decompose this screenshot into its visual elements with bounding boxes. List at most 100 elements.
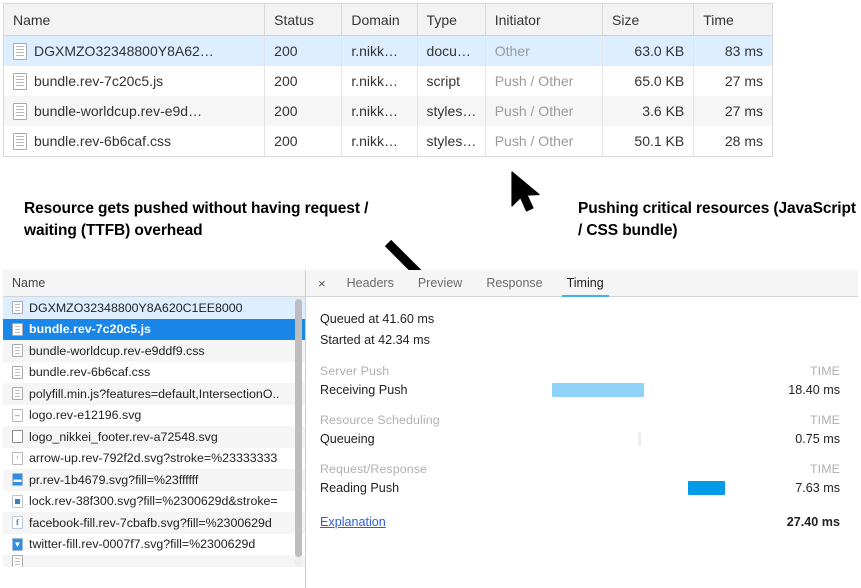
section-time-label: TIME [754,413,840,427]
list-item-label: bundle.rev-7c20c5.js [29,322,151,336]
column-header-domain[interactable]: Domain [342,4,417,36]
arrow-up-icon: ↑ [12,452,23,465]
column-header-time[interactable]: Time [694,4,772,36]
list-item-label: bundle.rev-6b6caf.css [29,365,150,379]
dash-icon: – [12,409,23,422]
column-header-status[interactable]: Status [265,4,342,36]
facebook-icon: f [12,516,23,529]
cell-size: 65.0 KB [603,66,694,96]
timing-body: Queued at 41.60 ms Started at 42.34 ms S… [306,297,858,532]
column-header-type[interactable]: Type [417,4,485,36]
table-row[interactable]: bundle-worldcup.rev-e9d… 200 r.nikk… sty… [4,96,772,126]
timing-row-value: 7.63 ms [754,481,840,495]
column-header-size[interactable]: Size [603,4,694,36]
cell-size: 3.6 KB [603,96,694,126]
list-item-label: arrow-up.rev-792f2d.svg?stroke=%23333333 [29,451,277,465]
cell-status: 200 [265,66,342,96]
list-item-label: bundle-worldcup.rev-e9ddf9.css [29,344,205,358]
document-icon [13,133,27,150]
cell-status: 200 [265,96,342,126]
cell-time: 83 ms [694,36,772,67]
timing-track [465,481,754,495]
list-item[interactable]: bundle-worldcup.rev-e9ddf9.css [3,340,305,362]
list-item[interactable] [3,555,305,567]
section-title: Resource Scheduling [320,413,754,427]
section-title: Request/Response [320,462,754,476]
cell-name: bundle.rev-6b6caf.css [4,126,265,156]
file-icon [12,366,23,379]
list-item[interactable]: polyfill.min.js?features=default,Interse… [3,383,305,405]
resource-list-pane: Name DGXMZO32348800Y8A620C1EE8000 bundle… [3,270,306,588]
table-row[interactable]: bundle.rev-6b6caf.css 200 r.nikk… styles… [4,126,772,156]
detail-tabbar: × Headers Preview Response Timing [306,270,858,297]
explanation-row: Explanation 27.40 ms [320,512,840,532]
document-icon [13,103,27,120]
section-header-server-push: Server Push TIME [320,362,840,379]
explanation-link[interactable]: Explanation [320,515,754,529]
section-time-label: TIME [754,462,840,476]
blank-image-icon [12,430,23,443]
list-item[interactable]: lock.rev-38f300.svg?fill=%2300629d&strok… [3,491,305,513]
cell-name: bundle-worldcup.rev-e9d… [4,96,265,126]
list-item[interactable]: logo_nikkei_footer.rev-a72548.svg [3,426,305,448]
tab-preview[interactable]: Preview [406,270,474,296]
timing-bar [638,432,641,446]
list-item-label: facebook-fill.rev-7cbafb.svg?fill=%23006… [29,516,272,530]
timing-track [465,383,754,397]
table-row[interactable]: DGXMZO32348800Y8A62… 200 r.nikk… docu… O… [4,36,772,67]
timing-row-queueing: Queueing 0.75 ms [320,428,840,449]
cell-size: 50.1 KB [603,126,694,156]
timing-row-reading-push: Reading Push 7.63 ms [320,477,840,498]
list-item-label: DGXMZO32348800Y8A620C1EE8000 [29,301,243,315]
file-icon [12,555,23,567]
list-item-label: logo_nikkei_footer.rev-a72548.svg [29,430,218,444]
resource-list-header[interactable]: Name [3,270,305,297]
document-icon [13,43,27,60]
resource-list-header-label: Name [12,276,45,290]
request-name: bundle-worldcup.rev-e9d… [34,103,202,119]
column-header-name[interactable]: Name [4,4,265,36]
cell-type: script [417,66,485,96]
request-detail-pane: × Headers Preview Response Timing Queued… [306,270,858,588]
cell-domain: r.nikk… [342,96,417,126]
timing-bar [552,383,644,397]
document-icon [13,73,27,90]
column-header-initiator[interactable]: Initiator [485,4,602,36]
resource-list-scrollbar[interactable] [295,299,302,567]
tab-timing[interactable]: Timing [555,270,616,296]
badge-icon: ▬ [12,473,23,486]
cell-domain: r.nikk… [342,36,417,67]
table-header-row: Name Status Domain Type Initiator Size T… [4,4,772,36]
list-item[interactable]: ▼ twitter-fill.rev-0007f7.svg?fill=%2300… [3,534,305,556]
file-icon [12,323,23,336]
list-item[interactable]: ▬ pr.rev-1b4679.svg?fill=%23ffffff [3,469,305,491]
cell-domain: r.nikk… [342,126,417,156]
timing-row-value: 18.40 ms [754,383,840,397]
devtools-network-panel: Name DGXMZO32348800Y8A620C1EE8000 bundle… [3,270,858,588]
tab-headers[interactable]: Headers [335,270,406,296]
list-item[interactable]: – logo.rev-e12196.svg [3,405,305,427]
timing-row-receiving-push: Receiving Push 18.40 ms [320,379,840,400]
close-icon[interactable]: × [306,270,335,296]
list-item[interactable]: f facebook-fill.rev-7cbafb.svg?fill=%230… [3,512,305,534]
list-item-label: polyfill.min.js?features=default,Interse… [29,387,279,401]
file-icon [12,301,23,314]
annotation-right-text: Pushing critical resources (JavaScript /… [578,198,858,242]
twitter-icon: ▼ [12,538,23,551]
cell-time: 28 ms [694,126,772,156]
cell-domain: r.nikk… [342,66,417,96]
list-item-label: logo.rev-e12196.svg [29,408,141,422]
list-item[interactable]: DGXMZO32348800Y8A620C1EE8000 [3,297,305,319]
request-name: bundle.rev-7c20c5.js [34,73,163,89]
file-icon [12,344,23,357]
list-item[interactable]: ↑ arrow-up.rev-792f2d.svg?stroke=%233333… [3,448,305,470]
section-title: Server Push [320,364,754,378]
resource-list-body: DGXMZO32348800Y8A620C1EE8000 bundle.rev-… [3,297,305,567]
tab-response[interactable]: Response [474,270,554,296]
list-item[interactable]: bundle.rev-6b6caf.css [3,362,305,384]
table-row[interactable]: bundle.rev-7c20c5.js 200 r.nikk… script … [4,66,772,96]
annotation-left-text: Resource gets pushed without having requ… [24,198,424,242]
list-item[interactable]: bundle.rev-7c20c5.js [3,319,305,341]
lock-icon [12,495,23,508]
cell-initiator: Push / Other [485,96,602,126]
